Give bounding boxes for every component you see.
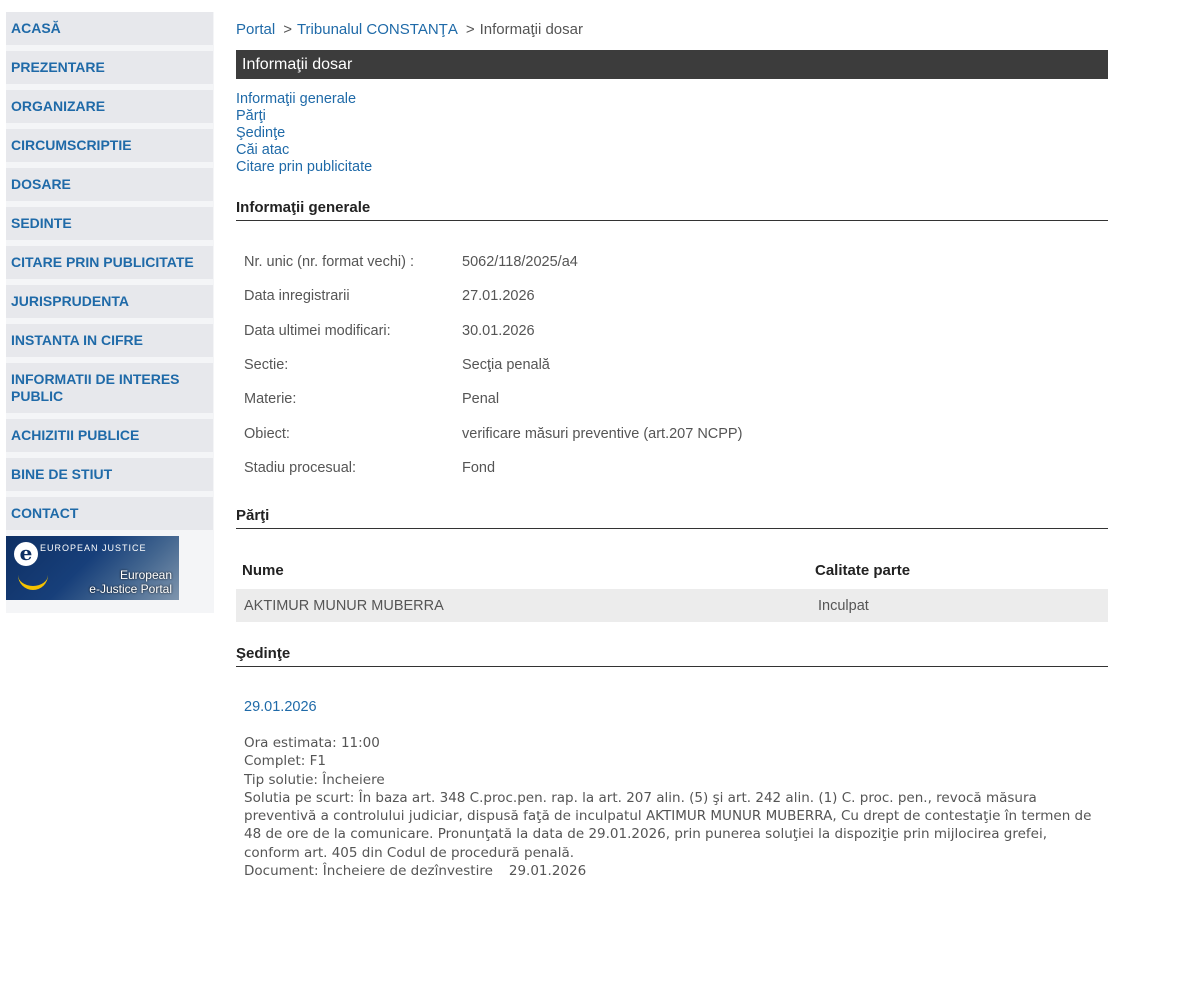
banner-line-1: European [119, 568, 172, 582]
banner-title: European e-Justice Portal [89, 568, 172, 596]
nav-item-citare-prin-publicitate[interactable]: CITARE PRIN PUBLICITATE [6, 246, 213, 279]
info-row: Obiect: verificare măsuri preventive (art… [244, 416, 742, 450]
nav-item-circumscriptie[interactable]: CIRCUMSCRIPTIE [6, 129, 213, 162]
breadcrumb: Portal > Tribunalul CONSTANŢA > Informaţii d… [236, 21, 583, 38]
nav-item-informatii-interes-public[interactable]: INFORMATII DE INTERES PUBLIC [6, 363, 213, 413]
info-label: Data ultimei modificari: [244, 322, 391, 339]
banner-line-2: e-Justice Portal [89, 582, 172, 596]
info-label: Data inregistrarii [244, 288, 350, 305]
breadcrumb-portal[interactable]: Portal [236, 21, 275, 38]
info-value: Penal [462, 391, 500, 408]
sedinta-complet: Complet: F1 [244, 753, 326, 770]
info-row: Materie: Penal [244, 382, 742, 416]
sedinta-date: 29.01.2026 [244, 699, 317, 715]
info-label: Nr. unic (nr. format vechi) : [244, 254, 415, 271]
sedinta-details: Ora estimata: 11:00 Complet: F1 Tip solu… [244, 734, 1102, 880]
info-row: Sectie: Secţia penală [244, 348, 742, 382]
document-name: Document: Încheiere de dezînvestire [244, 863, 493, 880]
info-row: Stadiu procesual: Fond [244, 451, 742, 485]
info-row: Data ultimei modificari: 30.01.2026 [244, 314, 742, 348]
section-heading-sedinte: Şedinţe [236, 645, 1108, 667]
nav-item-achizitii-publice[interactable]: ACHIZITII PUBLICE [6, 419, 213, 452]
breadcrumb-separator: > [465, 21, 475, 38]
info-value: Secţia penală [462, 357, 550, 374]
party-role: Inculpat [818, 598, 869, 614]
page-title: Informaţii dosar [236, 50, 1108, 79]
e-justice-logo-icon: e [14, 542, 38, 566]
breadcrumb-separator: > [283, 21, 292, 38]
info-value: 30.01.2026 [462, 322, 535, 339]
info-label: Stadiu procesual: [244, 459, 357, 476]
nav-item-prezentare[interactable]: PREZENTARE [6, 51, 213, 84]
info-label: Sectie: [244, 357, 289, 374]
breadcrumb-tribunal[interactable]: Tribunalul CONSTANŢA [297, 21, 458, 38]
nav-item-acasa[interactable]: ACASĂ [6, 12, 213, 45]
column-header-calitate-parte: Calitate parte [815, 562, 911, 579]
scales-icon [18, 572, 48, 590]
anchor-cai-atac[interactable]: Căi atac [236, 142, 372, 159]
banner-logo-text: EUROPEAN JUSTICE [40, 543, 147, 553]
anchor-parti[interactable]: Părţi [236, 108, 372, 125]
nav-item-organizare[interactable]: ORGANIZARE [6, 90, 213, 123]
sedinta-solutia: Solutia pe scurt: În baza art. 348 C.pro… [244, 789, 1092, 861]
sedinta-document: Document: Încheiere de dezînvestire 29.01… [244, 862, 1102, 880]
column-header-nume: Nume [242, 562, 284, 579]
sidebar-nav: ACASĂ PREZENTARE ORGANIZARE CIRCUMSCRIPT… [6, 12, 214, 613]
nav-item-contact[interactable]: CONTACT [6, 497, 213, 530]
section-heading-informatii-generale: Informaţii generale [236, 199, 1108, 221]
breadcrumb-current: Informaţii dosar [479, 21, 583, 38]
info-value: 27.01.2026 [462, 288, 535, 305]
info-row: Data inregistrarii 27.01.2026 [244, 279, 742, 313]
section-heading-parti: Părţi [236, 507, 1108, 529]
info-value: 5062/118/2025/a4 [462, 254, 578, 271]
general-info-table: Nr. unic (nr. format vechi) : 5062/118/20… [244, 245, 742, 485]
info-value: verificare măsuri preventive (art.207 NC… [462, 425, 743, 442]
sedinta-ora: Ora estimata: 11:00 [244, 735, 380, 751]
nav-item-sedinte[interactable]: SEDINTE [6, 207, 213, 240]
anchor-citare-prin-publicitate[interactable]: Citare prin publicitate [236, 159, 372, 176]
document-date: 29.01.2026 [508, 863, 587, 880]
info-value: Fond [462, 459, 496, 476]
nav-item-dosare[interactable]: DOSARE [6, 168, 213, 201]
info-label: Materie: [244, 391, 297, 408]
sedinta-tip-solutie: Tip solutie: Încheiere [244, 771, 385, 788]
e-justice-portal-banner[interactable]: e EUROPEAN JUSTICE European e-Justice Po… [6, 536, 179, 600]
nav-item-instanta-in-cifre[interactable]: INSTANTA IN CIFRE [6, 324, 213, 357]
parti-table-header: Nume Calitate parte [236, 556, 1108, 582]
anchor-informatii-generale[interactable]: Informaţii generale [236, 91, 372, 108]
info-row: Nr. unic (nr. format vechi) : 5062/118/20… [244, 245, 742, 279]
nav-item-bine-de-stiut[interactable]: BINE DE STIUT [6, 458, 213, 491]
table-row: AKTIMUR MUNUR MUBERRA Inculpat [236, 589, 1108, 622]
party-name: AKTIMUR MUNUR MUBERRA [244, 598, 444, 614]
nav-item-jurisprudenta[interactable]: JURISPRUDENTA [6, 285, 213, 318]
section-anchor-links: Informaţii generale Părţi Şedinţe Căi at… [236, 91, 372, 176]
anchor-sedinte[interactable]: Şedinţe [236, 125, 372, 142]
info-label: Obiect: [244, 425, 290, 442]
